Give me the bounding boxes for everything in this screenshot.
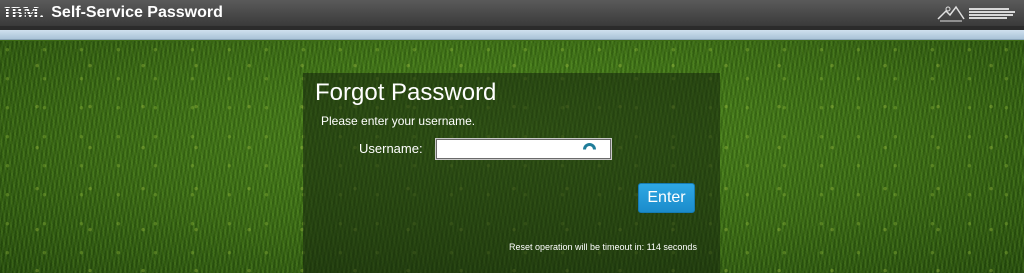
panel-title: Forgot Password [315,79,497,106]
organization-logo-icon [936,2,1016,24]
header-accent-strip [0,30,1024,40]
instructions-text: Please enter your username. [321,114,476,128]
username-label: Username: [359,141,423,156]
timeout-countdown-text: Reset operation will be timeout in: 114 … [509,242,697,252]
forgot-password-panel: Forgot Password Please enter your userna… [303,73,720,273]
app-title: Self-Service Password [51,4,223,21]
loading-spinner-icon [583,143,596,156]
ibm-logo: IBM. [4,3,45,22]
enter-button[interactable]: Enter [638,183,695,213]
organization-logo-text [969,7,1015,19]
organization-emblem-icon [937,5,965,22]
top-header-bar: IBM. Self-Service Password [0,0,1024,26]
brand: IBM. Self-Service Password [0,3,223,23]
